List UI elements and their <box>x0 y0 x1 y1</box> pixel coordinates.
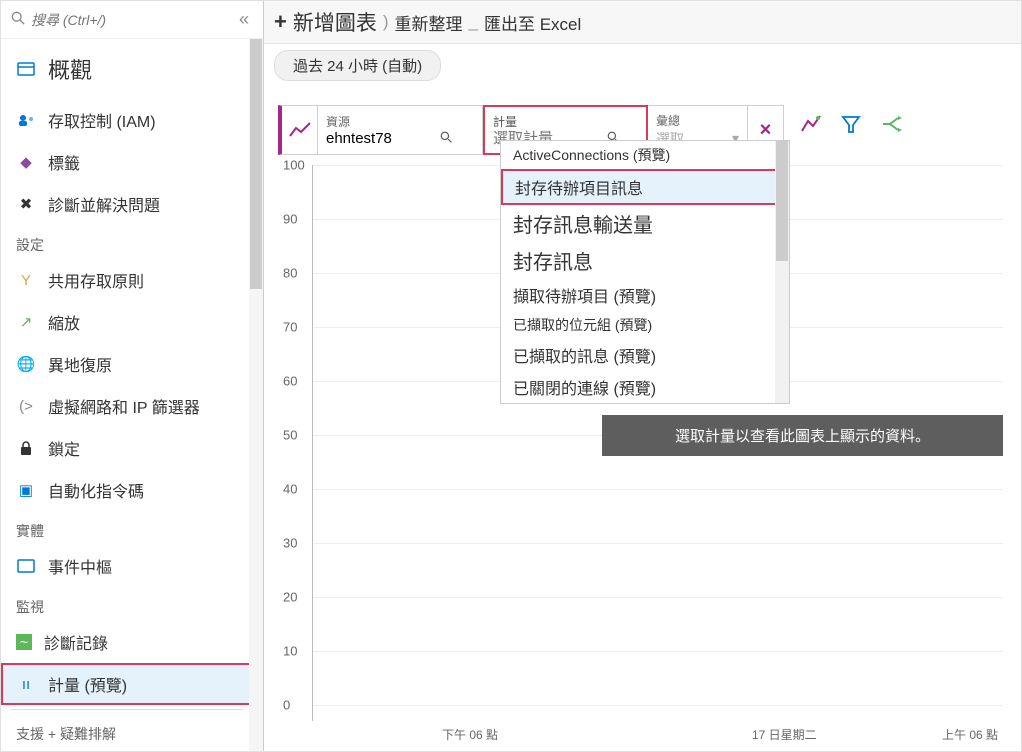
sidebar-item-diag-logs[interactable]: ~ 診斷記錄 <box>1 621 253 663</box>
gridline <box>313 597 1003 598</box>
y-tick-label: 90 <box>283 212 297 227</box>
sidebar-item-scale[interactable]: ↗ 縮放 <box>1 301 253 343</box>
sidebar-item-iam[interactable]: 存取控制 (IAM) <box>1 99 253 141</box>
x-tick-label: 上午 06 點 <box>942 726 998 743</box>
agg-label: 彙總 <box>656 112 739 129</box>
resource-input[interactable] <box>326 130 436 147</box>
x-tick-label: 17 日星期二 <box>752 726 817 743</box>
metric-option[interactable]: 已擷取的訊息 (預覽) <box>501 339 789 371</box>
sidebar-item-eventhub[interactable]: 事件中樞 <box>1 545 253 587</box>
y-tick-label: 10 <box>283 644 297 659</box>
search-icon <box>11 11 25 28</box>
overview-icon <box>16 60 36 78</box>
plus-icon: + <box>274 9 287 35</box>
sidebar-item-overview[interactable]: 概觀 <box>1 39 253 99</box>
chart-empty-message: 選取計量以查看此圖表上顯示的資料。 <box>602 415 1003 456</box>
refresh-button[interactable]: 重新整理 <box>395 10 463 35</box>
section-entities: 實體 <box>1 511 253 545</box>
script-icon: ▣ <box>16 481 36 499</box>
x-tick-label: 下午 06 點 <box>442 726 498 743</box>
collapse-sidebar-icon[interactable]: « <box>235 9 253 30</box>
sidebar-item-label: 標籤 <box>48 150 80 174</box>
sidebar-item-label: 縮放 <box>48 310 80 334</box>
metric-option[interactable]: ActiveConnections (預覽) <box>501 141 789 169</box>
section-support: 支援 + 疑難排解 <box>1 714 253 748</box>
sidebar-item-vnet[interactable]: (> 虛擬網路和 IP 篩選器 <box>1 385 253 427</box>
metric-option[interactable]: 已擷取的位元組 (預覽) <box>501 311 789 339</box>
sidebar-item-label: 自動化指令碼 <box>48 478 144 502</box>
main-panel: + 新增圖表 ) 重新整理 _ 匯出至 Excel 過去 24 小時 (自動) … <box>264 1 1021 751</box>
new-chart-button[interactable]: 新增圖表 <box>293 7 377 37</box>
y-tick-label: 60 <box>283 374 297 389</box>
gridline <box>313 705 1003 706</box>
sidebar-item-label: 計量 (預覽) <box>48 672 127 696</box>
time-range-pill[interactable]: 過去 24 小時 (自動) <box>274 50 441 81</box>
resource-selector[interactable]: 資源 <box>318 105 483 155</box>
gridline <box>313 543 1003 544</box>
metric-label: 計量 <box>493 113 638 130</box>
globe-icon: 🌐 <box>16 355 36 373</box>
y-tick-label: 0 <box>283 698 290 713</box>
sidebar-item-label: 存取控制 (IAM) <box>48 108 156 132</box>
sidebar-item-res-health[interactable]: ❤ 資源健康情況 <box>1 748 253 751</box>
metric-option[interactable]: 封存待辦項目訊息 <box>501 169 789 205</box>
export-excel-button[interactable]: 匯出至 Excel <box>484 10 581 35</box>
metric-dropdown: ActiveConnections (預覽)封存待辦項目訊息封存訊息輸送量封存訊… <box>500 140 790 404</box>
sidebar-item-automation[interactable]: ▣ 自動化指令碼 <box>1 469 253 511</box>
chart-toolbar: + 新增圖表 ) 重新整理 _ 匯出至 Excel <box>264 1 1021 44</box>
sidebar-item-label: 概觀 <box>48 53 92 85</box>
sidebar: « 概觀 存取控制 (IAM) ◆ 標籤 ✖ 診斷並解決問題 設定 Y 共用存 <box>1 1 264 751</box>
sidebar-item-diagnose[interactable]: ✖ 診斷並解決問題 <box>1 183 253 225</box>
divider <box>11 709 243 710</box>
y-tick-label: 70 <box>283 320 297 335</box>
search-input[interactable] <box>31 12 235 28</box>
sidebar-item-geodr[interactable]: 🌐 異地復原 <box>1 343 253 385</box>
section-monitor: 監視 <box>1 587 253 621</box>
key-icon: Y <box>16 271 36 289</box>
lock-icon <box>16 439 36 457</box>
y-tick-label: 40 <box>283 482 297 497</box>
metric-option[interactable]: 已關閉的連線 (預覽) <box>501 371 789 403</box>
diag-icon: ~ <box>16 634 32 650</box>
tools-icon: ✖ <box>16 195 36 213</box>
vnet-icon: (> <box>16 397 36 415</box>
sidebar-item-label: 異地復原 <box>48 352 112 376</box>
y-tick-label: 30 <box>283 536 297 551</box>
y-tick-label: 80 <box>283 266 297 281</box>
sidebar-item-label: 共用存取原則 <box>48 268 144 292</box>
scale-icon: ↗ <box>16 313 36 331</box>
gridline <box>313 651 1003 652</box>
y-tick-label: 50 <box>283 428 297 443</box>
sidebar-item-label: 虛擬網路和 IP 篩選器 <box>48 394 200 418</box>
search-icon <box>440 131 453 147</box>
sidebar-item-label: 診斷並解決問題 <box>48 192 160 216</box>
line-chart-icon[interactable] <box>792 105 830 143</box>
dropdown-scrollbar[interactable] <box>775 141 789 403</box>
filter-icon[interactable] <box>832 105 870 143</box>
sidebar-search-row: « <box>1 1 263 39</box>
sidebar-item-label: 診斷記錄 <box>44 630 108 654</box>
sidebar-item-lock[interactable]: 鎖定 <box>1 427 253 469</box>
sidebar-item-metrics[interactable]: ıı 計量 (預覽) <box>1 663 253 705</box>
gridline <box>313 489 1003 490</box>
metrics-icon: ıı <box>16 675 36 693</box>
sidebar-scrollbar[interactable] <box>249 39 263 751</box>
eventhub-icon <box>16 557 36 575</box>
iam-icon <box>16 111 36 129</box>
split-icon[interactable] <box>872 105 910 143</box>
y-tick-label: 20 <box>283 590 297 605</box>
chart-type-icon[interactable] <box>278 105 318 155</box>
metric-option[interactable]: 擷取待辦項目 (預覽) <box>501 279 789 311</box>
tag-icon: ◆ <box>16 153 36 171</box>
y-tick-label: 100 <box>283 158 305 173</box>
sidebar-item-label: 鎖定 <box>48 436 80 460</box>
metric-option[interactable]: 封存訊息輸送量 <box>501 205 789 242</box>
resource-label: 資源 <box>326 113 474 130</box>
metric-option[interactable]: 封存訊息 <box>501 242 789 279</box>
sidebar-item-tags[interactable]: ◆ 標籤 <box>1 141 253 183</box>
section-settings: 設定 <box>1 225 253 259</box>
sidebar-item-shared-access[interactable]: Y 共用存取原則 <box>1 259 253 301</box>
sidebar-item-label: 事件中樞 <box>48 554 112 578</box>
